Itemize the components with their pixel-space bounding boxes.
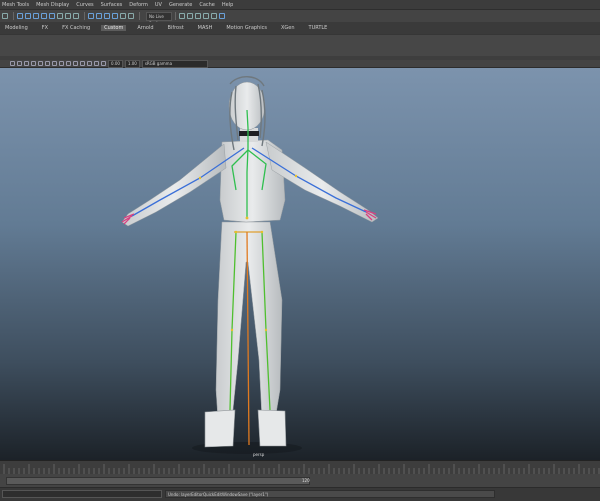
main-menubar: Mesh Tools Mesh Display Curves Surfaces Defo… [0,0,600,10]
smooth-shade-icon[interactable] [59,61,64,66]
render-frame-icon[interactable] [88,13,94,19]
choker [239,131,259,136]
status-line: No Live Surface [0,10,600,26]
menu-mesh-tools[interactable]: Mesh Tools [2,2,29,8]
time-ticks [3,464,600,474]
shelf-area [0,34,600,58]
isolate-select-icon[interactable] [87,61,92,66]
menu-curves[interactable]: Curves [76,2,93,8]
shelf-tab-modeling[interactable]: Modeling [2,25,31,31]
menu-deform[interactable]: Deform [129,2,148,8]
channel-box-icon[interactable] [195,13,201,19]
lights-icon[interactable] [73,61,78,66]
menu-uv[interactable]: UV [155,2,162,8]
left-shoe [204,409,236,448]
shelf-tab-xgen[interactable]: XGen [278,25,298,31]
select-camera-icon[interactable] [10,61,15,66]
lights-icon[interactable] [128,13,134,19]
bookmark-icon[interactable] [24,61,29,66]
attribute-editor-icon[interactable] [187,13,193,19]
color-space-dropdown[interactable]: sRGB gamma [141,59,208,68]
sphere-icon[interactable] [219,13,225,19]
menu-mesh-display[interactable]: Mesh Display [36,2,69,8]
right-arm [121,143,227,227]
lock-icon[interactable] [65,13,71,19]
menu-cache[interactable]: Cache [199,2,215,8]
xray-joints-icon[interactable] [101,61,106,66]
separator [139,12,140,20]
end-frame-value: 120 [302,478,310,483]
shadows-icon[interactable] [80,61,85,66]
film-gate-icon[interactable] [45,61,50,66]
menu-generate[interactable]: Generate [169,2,192,8]
snap-curve-icon[interactable] [25,13,31,19]
camera-label: persp [253,452,265,457]
history-icon[interactable] [73,13,79,19]
separator [13,12,14,20]
snap-view-icon[interactable] [41,13,47,19]
textured-icon[interactable] [66,61,71,66]
exposure-field[interactable]: 0.00 [108,59,123,68]
snap-point-icon[interactable] [33,13,39,19]
tool-settings-icon[interactable] [203,13,209,19]
shelf-tab-mash[interactable]: MASH [195,25,216,31]
viewport-3d[interactable]: persp [0,68,600,460]
menu-surfaces[interactable]: Surfaces [101,2,123,8]
character-model [121,76,379,454]
shelf-tab-motion-graphics[interactable]: Motion Graphics [223,25,270,31]
select-tool-icon[interactable] [2,13,8,19]
modeling-toolkit-icon[interactable] [211,13,217,19]
ipr-render-icon[interactable] [104,13,110,19]
menu-help[interactable]: Help [222,2,233,8]
shelf-tab-turtle[interactable]: TURTLE [306,25,331,31]
separator [84,12,85,20]
no-live-surface-field[interactable]: No Live Surface [146,11,172,26]
panel-layout-icon[interactable] [179,13,185,19]
shelf-tab-bifrost[interactable]: Bifrost [165,25,187,31]
command-input[interactable] [2,490,162,498]
shelf-tab-fx-caching[interactable]: FX Caching [59,25,93,31]
grid-icon[interactable] [38,61,43,66]
panel-toolbar: 0.00 1.00 sRGB gamma [0,59,600,68]
snap-surface-icon[interactable] [49,13,55,19]
range-bar[interactable] [6,477,310,485]
camera-attributes-icon[interactable] [17,61,22,66]
shelf-tabs: Modeling FX FX Caching Custom Arnold Bifrost M… [0,22,600,34]
snap-grid-icon[interactable] [17,13,23,19]
range-slider[interactable]: 120 [0,474,600,487]
command-feedback: Undo: layerEditorQuickEditWindowSave ("l… [165,490,495,498]
separator [175,12,176,20]
shelf-tab-arnold[interactable]: Arnold [134,25,156,31]
hypershade-icon[interactable] [120,13,126,19]
xray-icon[interactable] [94,61,99,66]
shelf-tab-custom[interactable]: Custom [101,25,127,31]
magnet-icon[interactable] [57,13,63,19]
image-plane-icon[interactable] [31,61,36,66]
command-line: Undo: layerEditorQuickEditWindowSave ("l… [0,487,600,501]
time-slider[interactable] [0,460,600,475]
render-settings-icon[interactable] [112,13,118,19]
right-shoe [257,409,287,447]
wireframe-icon[interactable] [52,61,57,66]
shelf-tab-fx[interactable]: FX [39,25,51,31]
gamma-field[interactable]: 1.00 [124,59,140,68]
render-view-icon[interactable] [96,13,102,19]
